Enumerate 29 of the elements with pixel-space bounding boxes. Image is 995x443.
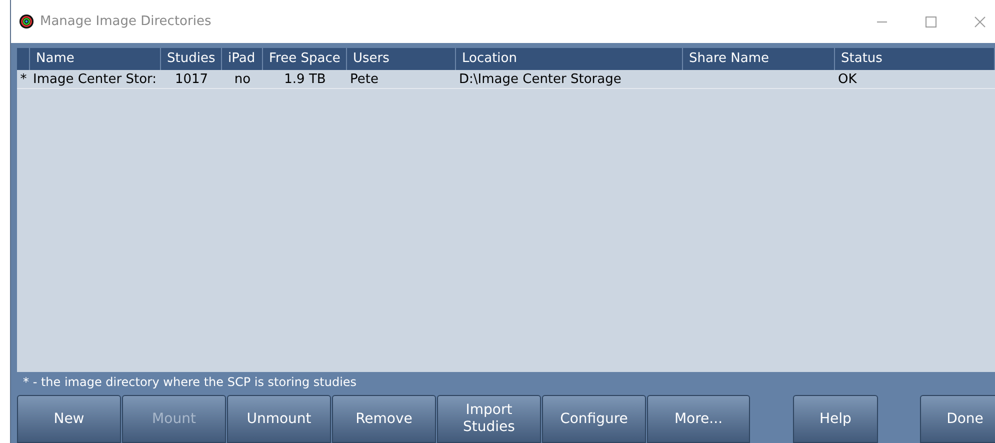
column-header[interactable]: iPad bbox=[222, 48, 263, 70]
column-header[interactable]: Studies bbox=[161, 48, 222, 70]
close-icon[interactable] bbox=[974, 16, 986, 28]
column-header[interactable]: Name bbox=[30, 48, 161, 70]
toolbar-button[interactable]: Import Studies bbox=[437, 395, 541, 443]
table-cell: D:\Image Center Storage bbox=[459, 72, 622, 87]
toolbar-button[interactable]: More... bbox=[647, 395, 750, 443]
window-title: Manage Image Directories bbox=[40, 12, 212, 31]
table-cell: no bbox=[234, 72, 251, 87]
table-cell: 1017 bbox=[174, 72, 208, 87]
dialog-button[interactable]: Done bbox=[920, 395, 995, 443]
app-logo-icon bbox=[19, 14, 34, 29]
column-header[interactable]: Status bbox=[835, 48, 995, 70]
row-marker: * bbox=[20, 72, 27, 87]
maximize-icon[interactable] bbox=[925, 16, 937, 28]
column-header[interactable]: Location bbox=[456, 48, 683, 70]
toolbar-button[interactable]: Unmount bbox=[227, 395, 331, 443]
toolbar-button[interactable]: Remove bbox=[332, 395, 436, 443]
table-cell: OK bbox=[838, 72, 857, 87]
toolbar-button[interactable]: Configure bbox=[542, 395, 646, 443]
column-header[interactable]: Share Name bbox=[683, 48, 835, 70]
table-cell: Image Center Stor: bbox=[33, 72, 157, 87]
toolbar-button[interactable]: New bbox=[17, 395, 121, 443]
table-cell: Pete bbox=[350, 72, 378, 87]
column-header[interactable]: Free Space bbox=[263, 48, 347, 70]
dialog-button[interactable]: Help bbox=[793, 395, 878, 443]
column-header[interactable]: Users bbox=[347, 48, 456, 70]
table-cell: 1.9 TB bbox=[284, 72, 326, 87]
footnote-text: * - the image directory where the SCP is storing studies bbox=[22, 374, 358, 391]
